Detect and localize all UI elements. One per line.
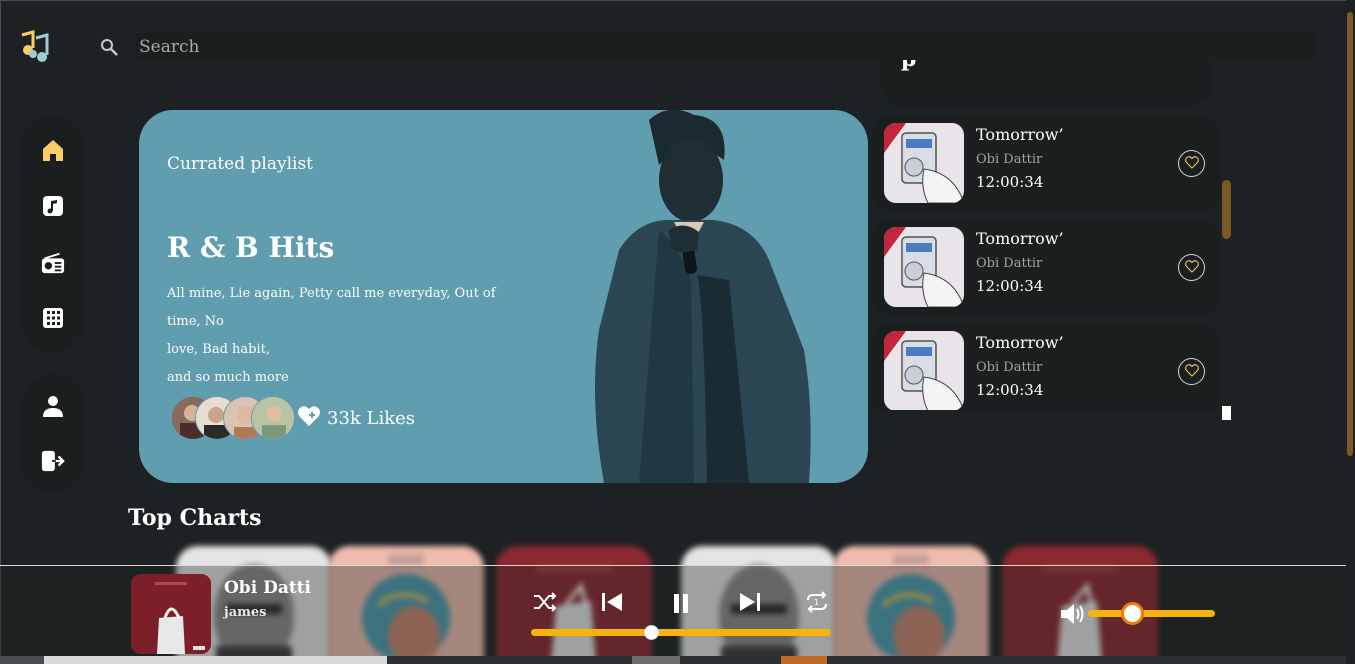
list-scrollbar[interactable] [1222, 180, 1231, 239]
banner-description-line: love, Bad habit, [167, 342, 271, 357]
player-bar-bottom-strip [0, 656, 1346, 664]
banner-kicker: Currated playlist [167, 154, 314, 174]
section-title-top-charts: Top Charts [128, 505, 262, 531]
song-cover [884, 227, 964, 307]
pause-icon[interactable] [668, 590, 694, 616]
now-playing-artist: james [224, 605, 267, 620]
page-scrollbar[interactable] [1346, 0, 1355, 664]
logout-icon[interactable] [41, 449, 65, 473]
song-cover [884, 123, 964, 203]
grid-icon[interactable] [41, 306, 65, 330]
list-item: p [881, 60, 1211, 106]
list-item[interactable]: Tomorrow’ Obi Dattir 12:00:34 [873, 323, 1221, 410]
heart-icon [1184, 258, 1199, 277]
song-title: Tomorrow’ [976, 125, 1064, 144]
repeat-one-icon[interactable]: 1 [804, 589, 830, 615]
svg-text:1: 1 [814, 598, 819, 607]
heart-icon [1184, 154, 1199, 173]
heart-plus-icon[interactable] [297, 405, 321, 432]
banner-description-line: All mine, Lie again, Petty call me every… [167, 286, 496, 329]
song-title: Tomorrow’ [976, 333, 1064, 352]
search-input[interactable] [135, 33, 1315, 61]
now-playing-cover[interactable] [131, 574, 211, 654]
like-button[interactable] [1178, 150, 1205, 177]
likes-count: 33k Likes [297, 405, 415, 432]
playback-progress-slider[interactable] [531, 625, 831, 640]
curated-playlist-banner[interactable]: Currated playlist R & B Hits All mine, L… [139, 110, 868, 483]
song-cover [884, 331, 964, 410]
heart-icon [1184, 362, 1199, 381]
likes-label: 33k Likes [327, 408, 416, 429]
next-icon[interactable] [737, 589, 763, 615]
like-button[interactable] [1178, 254, 1205, 281]
progress-knob[interactable] [644, 625, 659, 640]
top-in-charts-list: p Tomorrow’ Obi Dattir 12:00:34 Tomorrow… [873, 60, 1233, 410]
song-title: Tomorrow’ [976, 229, 1064, 248]
song-artist: Obi Dattir [976, 360, 1043, 375]
home-icon[interactable] [41, 138, 65, 162]
avatar [251, 396, 295, 440]
banner-description: All mine, Lie again, Petty call me every… [167, 280, 527, 392]
search-icon[interactable] [99, 37, 119, 57]
song-duration: 12:00:34 [976, 381, 1044, 399]
list-item[interactable]: Tomorrow’ Obi Dattir 12:00:34 [873, 115, 1221, 211]
sidebar-primary-nav [21, 116, 85, 352]
list-scrollbar-end [1222, 406, 1231, 420]
song-artist: Obi Dattir [976, 152, 1043, 167]
list-item[interactable]: Tomorrow’ Obi Dattir 12:00:34 [873, 219, 1221, 315]
song-duration: 12:00:34 [976, 277, 1044, 295]
now-playing-title: Obi Datti [224, 578, 311, 598]
volume-icon[interactable] [1059, 601, 1087, 627]
banner-description-line: and so much more [167, 370, 289, 385]
banner-title: R & B Hits [167, 231, 335, 264]
song-artist: Obi Dattir [976, 256, 1043, 271]
page-scrollbar-thumb[interactable] [1347, 12, 1353, 456]
listener-avatars [171, 396, 295, 440]
volume-slider[interactable] [1088, 602, 1215, 625]
like-button[interactable] [1178, 358, 1205, 385]
music-notes-icon[interactable] [18, 28, 54, 64]
user-icon[interactable] [41, 394, 65, 418]
radio-icon[interactable] [41, 251, 65, 275]
sidebar-secondary-nav [21, 374, 85, 492]
shuffle-icon[interactable] [532, 589, 558, 615]
song-duration: 12:00:34 [976, 173, 1044, 191]
music-note-icon[interactable] [41, 194, 65, 218]
previous-icon[interactable] [599, 589, 625, 615]
singer-photo [579, 110, 868, 483]
